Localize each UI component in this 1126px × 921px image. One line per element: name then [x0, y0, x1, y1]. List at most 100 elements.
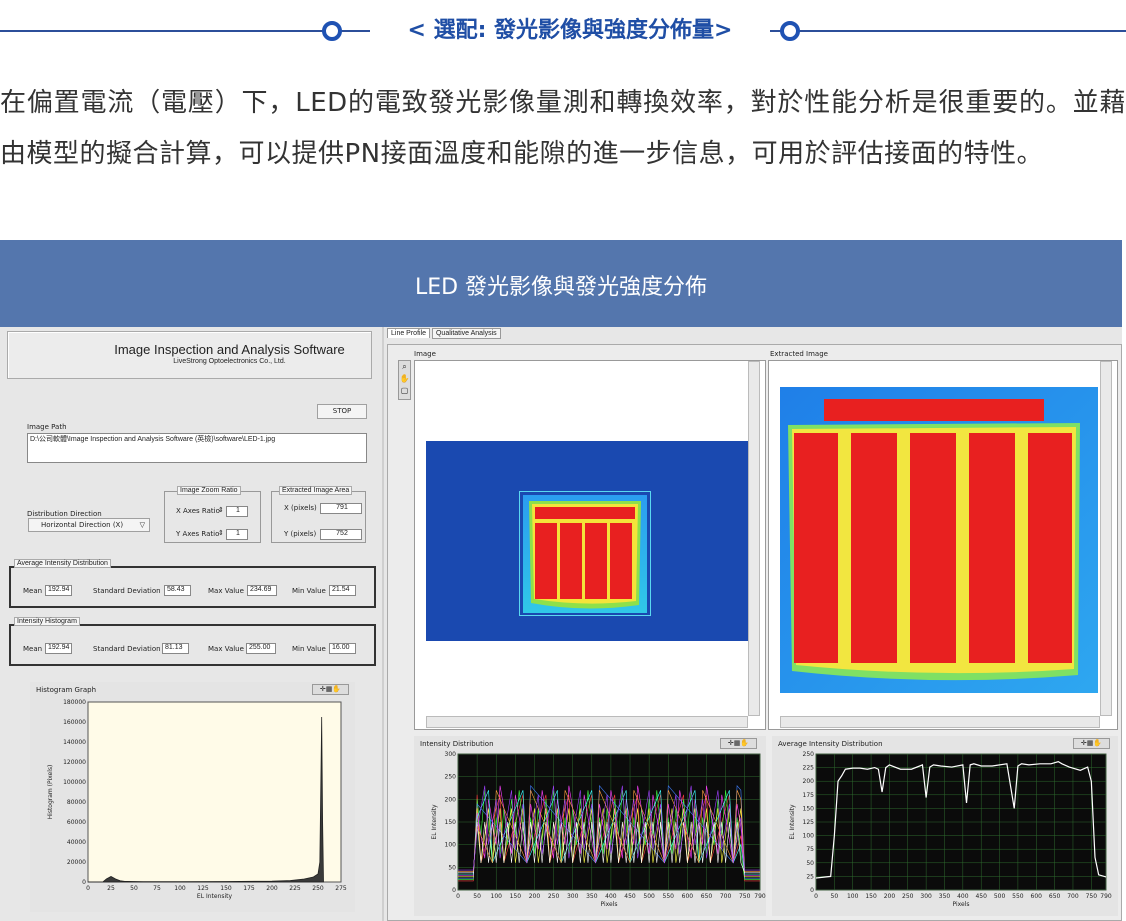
x-tick-label: 25: [107, 885, 115, 892]
y-tick-label: 0: [82, 879, 86, 886]
chart-title: Average Intensity Distribution: [778, 740, 883, 748]
extract-area-group-label: Extracted Image Area: [279, 486, 353, 495]
y-tick-label: 100: [803, 833, 815, 840]
x-tick-label: 0: [456, 893, 460, 900]
x-tick-label: 250: [548, 893, 560, 900]
pan-hand-icon[interactable]: ✋: [399, 373, 410, 385]
stop-button[interactable]: STOP: [317, 404, 367, 419]
x-ratio-input[interactable]: 1: [226, 506, 248, 517]
y-tick-label: 200: [445, 796, 457, 803]
x-tick-label: 125: [197, 885, 209, 892]
hist-min-value: 16.00: [329, 643, 356, 654]
distribution-direction-select[interactable]: Horizontal Direction (X) ▽: [28, 518, 150, 532]
zoom-icon[interactable]: ⌕: [399, 361, 410, 373]
extracted-horizontal-scrollbar[interactable]: [780, 716, 1100, 728]
avg-min-value: 21.54: [329, 585, 356, 596]
tab-line-profile[interactable]: Line Profile: [387, 328, 431, 338]
x-ratio-label: X Axes Ratio: [176, 507, 220, 515]
led-thermal-image-large: [780, 387, 1098, 693]
image-panel-label: Image: [414, 350, 436, 358]
x-tick-label: 150: [865, 893, 877, 900]
x-tick-label: 400: [957, 893, 969, 900]
panel-divider: [382, 327, 384, 921]
y-pixels-input[interactable]: 752: [320, 529, 362, 540]
x-ratio-stepper-icon[interactable]: ⇕: [218, 506, 224, 514]
image-path-label: Image Path: [27, 423, 67, 431]
banner-title: LED 發光影像與發光強度分佈: [0, 240, 1122, 327]
y-tick-label: 50: [448, 864, 456, 871]
x-tick-label: 350: [586, 893, 598, 900]
x-tick-label: 275: [335, 885, 347, 892]
intensity-histogram-group-label: Intensity Histogram: [14, 617, 80, 626]
x-tick-label: 650: [701, 893, 713, 900]
x-tick-label: 350: [939, 893, 951, 900]
y-ratio-label: Y Axes Ratio: [176, 530, 220, 538]
avg-mean-value: 192.94: [45, 585, 72, 596]
extracted-image-panel-label: Extracted Image: [770, 350, 828, 358]
x-pixels-label: X (pixels): [284, 504, 317, 512]
x-tick-label: 100: [847, 893, 859, 900]
y-tick-label: 60000: [67, 819, 86, 826]
hist-mean-value: 192.94: [45, 643, 72, 654]
x-tick-label: 500: [994, 893, 1006, 900]
y-tick-label: 175: [803, 792, 815, 799]
hist-max-label: Max Value: [208, 645, 244, 653]
y-ratio-input[interactable]: 1: [226, 529, 248, 540]
y-tick-label: 25: [806, 873, 814, 880]
hist-std-value: 81.13: [162, 643, 189, 654]
page: < 選配: 發光影像與強度分佈量> 在偏置電流（電壓）下，LED的電致發光影像量…: [0, 0, 1126, 921]
x-tick-label: 250: [312, 885, 324, 892]
y-tick-label: 225: [803, 765, 815, 772]
intensity-distribution-chart: Intensity Distribution 0 50 100 150 200 250 300…: [420, 740, 766, 908]
average-intensity-distribution-chart: Average Intensity Distribution 0 50 100 150 2…: [778, 740, 1112, 908]
image-vertical-scrollbar[interactable]: [748, 361, 760, 716]
x-tick-label: 700: [720, 893, 732, 900]
y-tick-label: 40000: [67, 839, 86, 846]
x-tick-label: 300: [567, 893, 579, 900]
y-tick-label: 125: [803, 819, 815, 826]
image-path-input[interactable]: D:\公司軟體\Image Inspection and Analysis So…: [27, 433, 367, 463]
y-tick-label: 120000: [63, 759, 86, 766]
extracted-vertical-scrollbar[interactable]: [1100, 361, 1112, 716]
x-tick-label: 150: [220, 885, 232, 892]
x-pixels-input[interactable]: 791: [320, 503, 362, 514]
image-horizontal-scrollbar[interactable]: [426, 716, 748, 728]
y-axis-label: EL Intensity: [789, 804, 796, 840]
intensity-distribution-panel: Intensity Distribution 0 50 100 150 200 250 300…: [414, 736, 766, 916]
x-tick-label: 50: [473, 893, 481, 900]
x-tick-label: 75: [153, 885, 161, 892]
distribution-direction-value: Horizontal Direction (X): [41, 521, 124, 529]
zoom-ratio-group-label: Image Zoom Ratio: [177, 486, 241, 495]
x-tick-label: 700: [1067, 893, 1079, 900]
hist-max-value: 255.00: [246, 643, 276, 654]
y-tick-label: 75: [806, 846, 814, 853]
header-circle-right-icon: [780, 21, 800, 41]
x-tick-label: 790: [754, 893, 766, 900]
y-axis-label: Histogram (Pixels): [47, 765, 54, 820]
x-tick-label: 50: [130, 885, 138, 892]
x-axis-label: Pixels: [600, 901, 617, 908]
y-tick-label: 250: [803, 751, 815, 758]
y-ratio-stepper-icon[interactable]: ⇕: [218, 529, 224, 537]
y-tick-label: 0: [810, 887, 814, 894]
x-tick-label: 600: [1031, 893, 1043, 900]
x-tick-label: 150: [510, 893, 522, 900]
led-thermal-image-small: [523, 495, 647, 613]
section-title: < 選配: 發光影像與強度分佈量>: [370, 17, 770, 45]
tab-qualitative-analysis[interactable]: Qualitative Analysis: [431, 328, 501, 339]
y-tick-label: 0: [452, 887, 456, 894]
average-distribution-tools-icon[interactable]: ✛▦✋: [1073, 738, 1110, 749]
x-axis-label: Pixels: [952, 901, 969, 908]
x-tick-label: 100: [491, 893, 503, 900]
x-tick-label: 50: [831, 893, 839, 900]
software-title: Image Inspection and Analysis Software: [114, 342, 345, 357]
select-rect-icon[interactable]: ▢: [399, 385, 410, 397]
intensity-distribution-tools-icon[interactable]: ✛▦✋: [720, 738, 757, 749]
histogram-graph-tools-icon[interactable]: ✛▦✋: [312, 684, 349, 695]
x-tick-label: 400: [605, 893, 617, 900]
image-tool-palette: ⌕ ✋ ▢: [398, 360, 411, 400]
plot-area: [87, 701, 342, 883]
x-tick-label: 200: [884, 893, 896, 900]
x-tick-label: 450: [624, 893, 636, 900]
x-tick-label: 200: [266, 885, 278, 892]
